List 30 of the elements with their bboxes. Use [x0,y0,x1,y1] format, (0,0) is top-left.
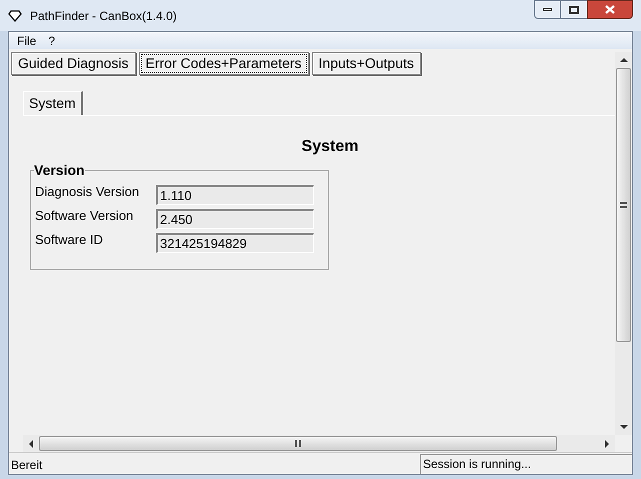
right-arrow-icon [605,440,609,448]
maximize-button[interactable] [561,0,587,19]
vertical-scrollbar[interactable] [615,52,632,435]
field-label: Software Version [35,207,134,226]
value-field: 321425194829 [156,233,314,253]
field-label: Software ID [35,231,104,250]
tab[interactable]: Guided Diagnosis [11,52,136,75]
close-button[interactable] [587,0,633,19]
tab[interactable]: Inputs+Outputs [312,52,421,75]
down-arrow-icon [620,425,628,429]
close-icon [605,5,615,14]
group-title: Version [34,162,85,178]
window-title: PathFinder - CanBox(1.4.0) [30,8,177,24]
left-arrow-icon [29,440,33,448]
status-text: Bereit [10,457,44,474]
minimize-button[interactable] [534,0,561,19]
scrollbar-thumb[interactable] [39,436,557,451]
menu-item[interactable]: ? [44,32,60,50]
value-field: 1.110 [156,185,314,205]
tab[interactable]: Error Codes+Parameters [138,52,309,75]
horizontal-scrollbar[interactable] [23,435,615,452]
scrollbar-thumb[interactable] [616,68,631,342]
value-field: 2.450 [156,209,314,229]
menu-item[interactable]: File [13,32,40,50]
up-arrow-icon [620,58,628,62]
tab[interactable]: System [23,91,83,115]
status-panel: Session is running... [420,454,632,474]
section-heading: System [302,138,358,155]
diamond-icon [8,10,22,22]
field-label: Diagnosis Version [35,183,140,202]
